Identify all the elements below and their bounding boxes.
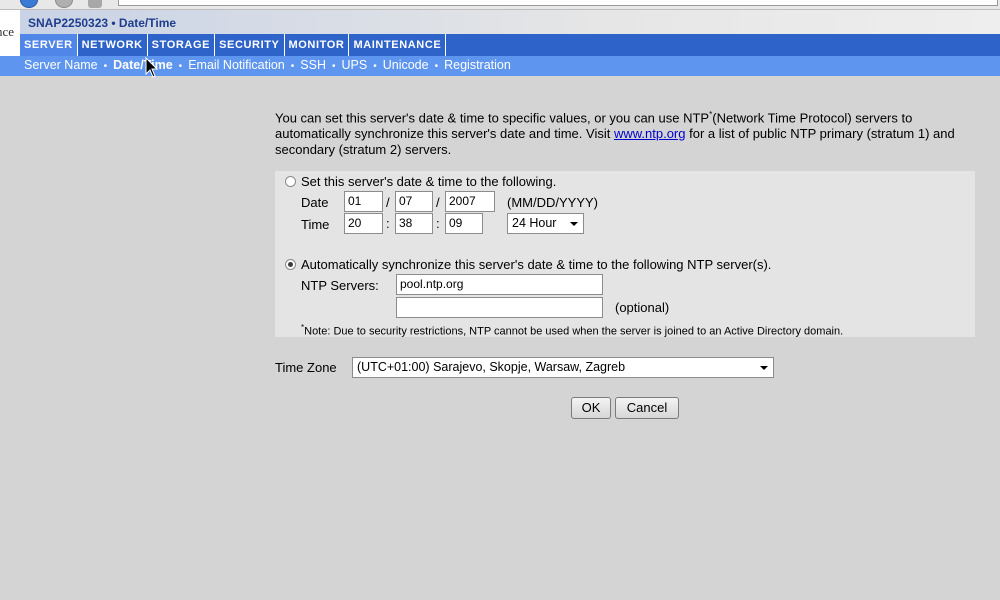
subnav-separator: • [331, 61, 336, 72]
address-bar[interactable] [118, 0, 998, 6]
subnav-separator: • [290, 61, 295, 72]
ntp-org-link[interactable]: www.ntp.org [614, 126, 686, 141]
subnav-email-notification[interactable]: Email Notification [188, 58, 285, 72]
chevron-down-icon [760, 366, 768, 370]
date-label: Date [301, 195, 329, 210]
ntp-servers-label: NTP Servers: [301, 278, 379, 293]
month-input[interactable]: 01 [344, 191, 383, 212]
cancel-button[interactable]: Cancel [615, 397, 679, 419]
tab-maintenance[interactable]: MAINTENANCE [349, 34, 447, 56]
date-format-hint: (MM/DD/YYYY) [507, 195, 598, 210]
timezone-select[interactable]: (UTC+01:00) Sarajevo, Skopje, Warsaw, Za… [352, 357, 774, 378]
time-separator: : [436, 216, 440, 231]
subnav-ups[interactable]: UPS [342, 58, 368, 72]
tab-security[interactable]: SECURITY [215, 34, 285, 56]
intro-text: You can set this server's date & time to… [275, 107, 985, 158]
time-separator: : [386, 216, 390, 231]
ntp-sync-radio[interactable] [285, 259, 296, 270]
subnav-ssh[interactable]: SSH [300, 58, 326, 72]
note-text: Note: Due to security restrictions, NTP … [304, 325, 844, 338]
tab-server[interactable]: SERVER [20, 34, 78, 56]
chevron-down-icon [570, 222, 578, 226]
manual-time-label: Set this server's date & time to the fol… [301, 174, 557, 189]
time-label: Time [301, 217, 330, 232]
tab-network[interactable]: NETWORK [78, 34, 148, 56]
subnav-unicode[interactable]: Unicode [383, 58, 429, 72]
hour-input[interactable]: 20 [344, 213, 383, 234]
back-icon[interactable] [20, 0, 38, 8]
ok-button[interactable]: OK [571, 397, 611, 419]
mouse-cursor-icon [145, 57, 159, 78]
subnav-separator: • [373, 61, 377, 72]
forward-icon[interactable] [55, 0, 73, 8]
logo-text: nce [0, 24, 15, 39]
date-separator: / [436, 195, 440, 210]
ntp-server-2-input[interactable] [396, 297, 603, 318]
timezone-label: Time Zone [275, 360, 337, 375]
subnav-separator: • [178, 61, 183, 72]
subnav-registration[interactable]: Registration [444, 58, 511, 72]
ntp-server-1-input[interactable]: pool.ntp.org [396, 274, 603, 295]
ntp-sync-label: Automatically synchronize this server's … [301, 257, 772, 272]
clock-format-select[interactable]: 24 Hour [507, 213, 584, 234]
tab-monitor[interactable]: MONITOR [285, 34, 350, 56]
tab-storage[interactable]: STORAGE [148, 34, 216, 56]
ntp-note: *Note: Due to security restrictions, NTP… [301, 323, 843, 338]
clock-format-value: 24 Hour [512, 216, 557, 230]
manual-time-radio[interactable] [285, 176, 296, 187]
day-input[interactable]: 07 [395, 191, 433, 212]
main-nav: SERVER NETWORK STORAGE SECURITY MONITOR … [20, 34, 1000, 56]
year-input[interactable]: 2007 [445, 191, 495, 212]
subnav-server-name[interactable]: Server Name [24, 58, 98, 72]
page-title: SNAP2250323 • Date/Time [28, 16, 177, 30]
second-input[interactable]: 09 [445, 213, 483, 234]
subnav-date-time[interactable]: Date/Time [113, 58, 173, 72]
intro-part1: You can set this server's date & time to… [275, 110, 710, 126]
title-bar: SNAP2250323 • Date/Time [20, 10, 1000, 34]
logo: nce [0, 10, 20, 58]
home-icon[interactable] [88, 0, 102, 8]
timezone-value: (UTC+01:00) Sarajevo, Skopje, Warsaw, Za… [357, 360, 626, 374]
subnav-separator: • [434, 61, 439, 72]
optional-label: (optional) [615, 300, 670, 315]
browser-toolbar [0, 0, 1000, 10]
date-separator: / [386, 195, 390, 210]
subnav-separator: • [103, 61, 108, 72]
minute-input[interactable]: 38 [395, 213, 433, 234]
